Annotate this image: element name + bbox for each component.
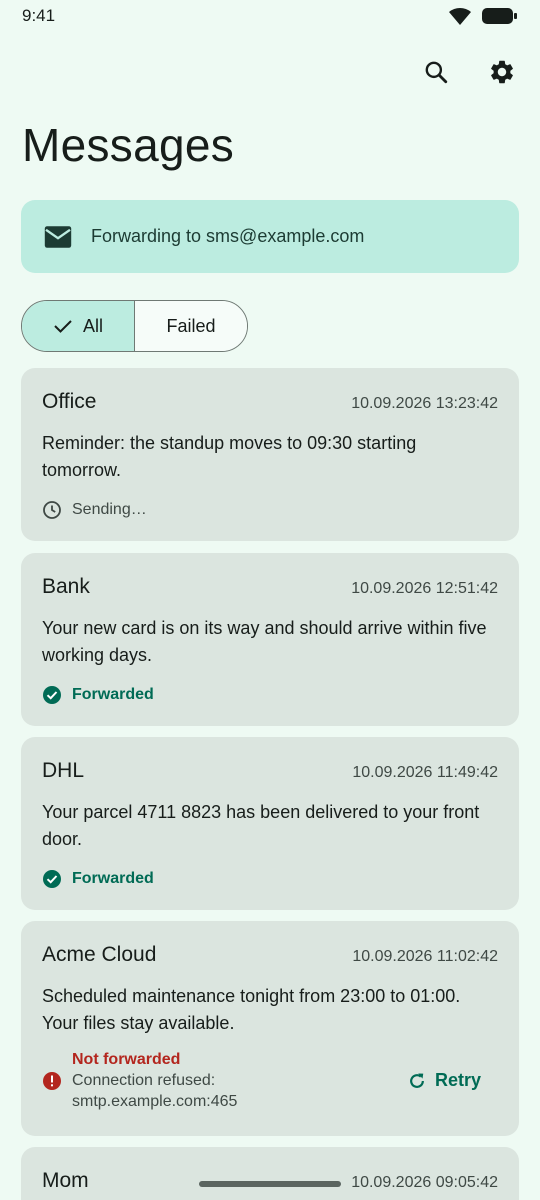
mail-icon	[44, 225, 72, 248]
filter-failed-label: Failed	[166, 315, 216, 336]
message-timestamp: 10.09.2026 09:05:42	[351, 1174, 498, 1191]
message-sender: Acme Cloud	[42, 943, 157, 966]
status-bar: 9:41	[0, 0, 540, 32]
message-card[interactable]: Acme Cloud 10.09.2026 11:02:42 Scheduled…	[21, 921, 519, 1136]
message-sender: Mom	[42, 1169, 89, 1192]
wifi-icon	[449, 7, 471, 26]
message-card[interactable]: Mom 10.09.2026 09:05:42	[21, 1147, 519, 1200]
message-timestamp: 10.09.2026 12:51:42	[351, 580, 498, 597]
message-status-label: Sending…	[72, 501, 147, 518]
filter-all[interactable]: All	[22, 301, 135, 351]
message-status: Forwarded	[42, 869, 498, 889]
search-button[interactable]	[420, 56, 452, 88]
page-title: Messages	[22, 119, 235, 171]
message-card[interactable]: Bank 10.09.2026 12:51:42 Your new card i…	[21, 553, 519, 726]
check-circle-icon	[43, 686, 61, 704]
error-icon	[43, 1071, 61, 1090]
message-sender: DHL	[42, 759, 85, 782]
filter-segmented-control: All Failed	[21, 300, 248, 352]
message-timestamp: 10.09.2026 13:23:42	[351, 395, 498, 412]
forwarding-text: Forwarding to sms@example.com	[91, 226, 365, 246]
message-status-label: Not forwarded	[72, 1051, 181, 1068]
message-status-label: Forwarded	[72, 870, 154, 887]
failed-status-row: Not forwarded Connection refused: smtp.e…	[42, 1049, 498, 1112]
check-icon	[54, 320, 72, 333]
filter-failed[interactable]: Failed	[135, 301, 247, 351]
message-sender: Office	[42, 390, 97, 413]
gear-icon	[491, 60, 513, 84]
check-circle-icon	[43, 870, 61, 888]
status-time: 9:41	[22, 6, 56, 25]
message-body: Scheduled maintenance tonight from 23:00…	[42, 986, 461, 1033]
retry-label: Retry	[434, 1070, 481, 1090]
error-detail-line1: Connection refused:	[72, 1072, 216, 1089]
message-sender: Bank	[42, 575, 90, 598]
search-icon	[425, 61, 448, 84]
gesture-handle[interactable]	[199, 1181, 341, 1187]
top-actions	[420, 56, 518, 88]
settings-button[interactable]	[486, 56, 518, 88]
message-body: Reminder: the standup moves to 09:30 sta…	[42, 433, 417, 480]
message-card[interactable]: Office 10.09.2026 13:23:42 Reminder: the…	[21, 368, 519, 541]
message-timestamp: 10.09.2026 11:49:42	[352, 764, 498, 781]
filter-all-label: All	[82, 315, 103, 336]
message-status: Sending…	[42, 500, 498, 520]
message-body: Your new card is on its way and should a…	[42, 618, 487, 665]
forwarding-banner[interactable]: Forwarding to sms@example.com	[21, 200, 519, 273]
message-body: Your parcel 4711 8823 has been delivered…	[42, 802, 480, 849]
message-status: Forwarded	[42, 685, 498, 705]
message-timestamp: 10.09.2026 11:02:42	[352, 948, 498, 965]
clock-icon	[43, 501, 61, 519]
refresh-icon	[410, 1073, 424, 1088]
message-card[interactable]: DHL 10.09.2026 11:49:42 Your parcel 4711…	[21, 737, 519, 910]
retry-button[interactable]: Retry	[407, 1070, 481, 1091]
message-status-label: Forwarded	[72, 686, 154, 703]
error-detail-line2: smtp.example.com:465	[72, 1093, 238, 1110]
status-icons	[448, 6, 518, 26]
battery-icon	[482, 8, 517, 24]
